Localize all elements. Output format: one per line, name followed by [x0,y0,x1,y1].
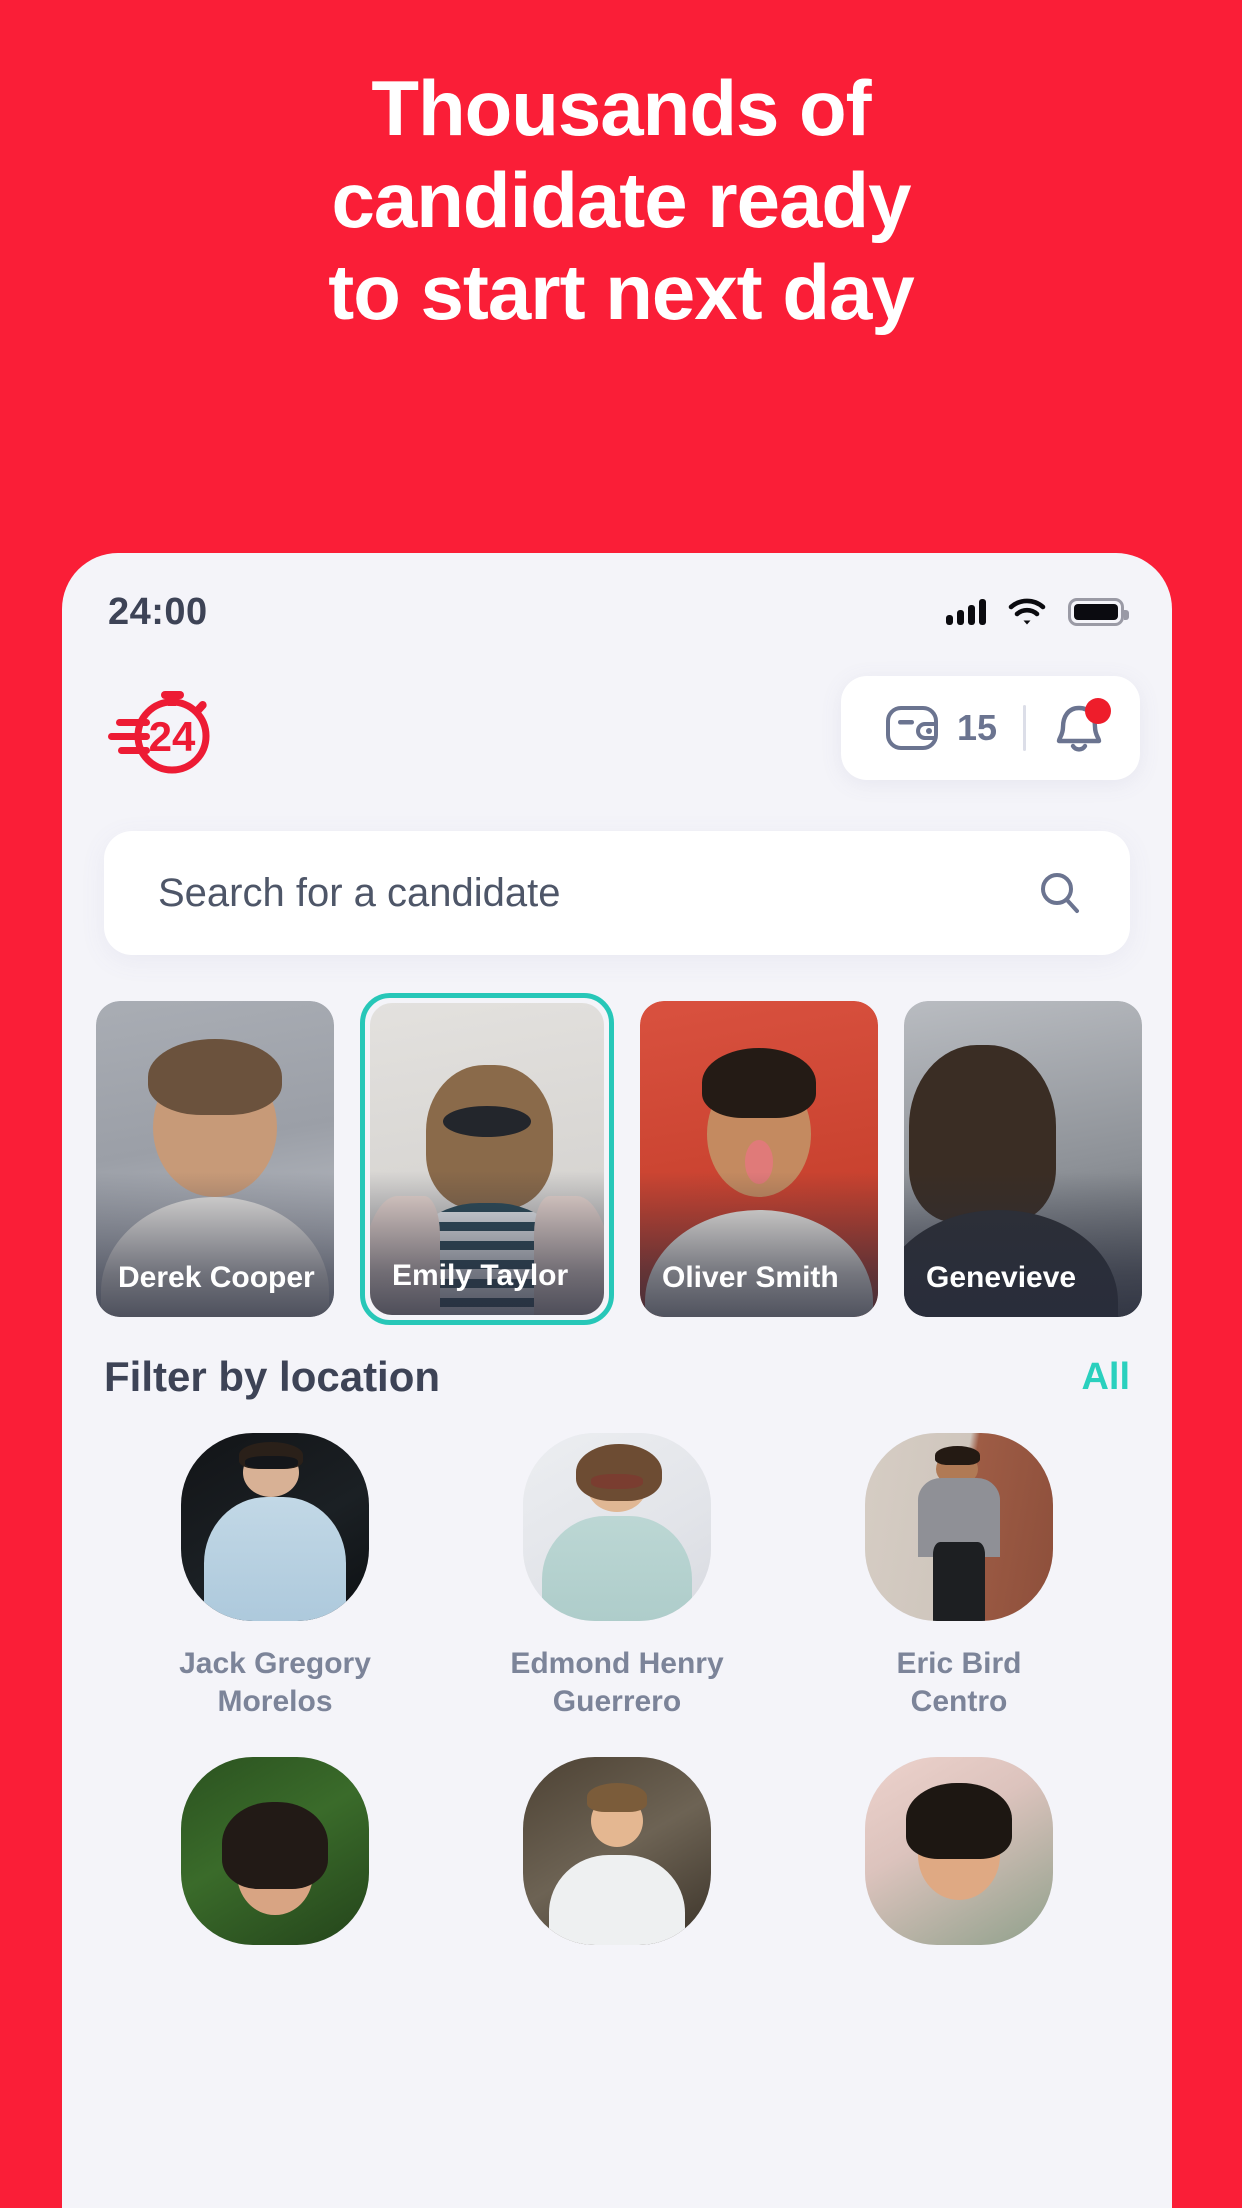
avatar [181,1433,369,1621]
stopwatch-24-logo[interactable]: 24 [104,678,219,778]
card-gradient-overlay [640,1171,878,1317]
card-gradient-overlay [370,1171,604,1315]
card-gradient-overlay [904,1171,1142,1317]
person-name: Edmond Henry Guerrero [510,1645,723,1721]
person-name-line1: Edmond Henry [510,1647,724,1680]
candidate-card-selected[interactable]: Emily Taylor [360,993,614,1325]
notification-badge-dot [1085,698,1111,724]
avatar [865,1433,1053,1621]
notifications-button[interactable] [1052,698,1111,756]
avatar [181,1757,369,1945]
candidate-card-name: Oliver Smith [662,1261,839,1294]
filter-all-link[interactable]: All [1081,1356,1130,1399]
candidate-card[interactable]: Genevieve [904,1001,1142,1317]
search-icon[interactable] [1036,869,1084,917]
hero-headline: Thousands of candidate ready to start ne… [0,62,1242,338]
wallet-button[interactable]: 15 [885,704,997,752]
hero-line-1: Thousands of [371,64,871,152]
candidate-card-name: Derek Cooper [118,1261,315,1294]
hero-line-3: to start next day [328,248,914,336]
person-item[interactable]: Eric Bird Centro [788,1433,1130,1721]
filter-header: Filter by location All [104,1353,1130,1401]
avatar [523,1757,711,1945]
status-icons [946,598,1129,626]
phone-mockup: 24:00 24 15 Search for a candidate Derek… [62,553,1172,2208]
candidate-card-name: Genevieve [926,1261,1077,1294]
wallet-count: 15 [956,707,997,748]
people-grid: Jack Gregory Morelos Edmond Henry Guerre… [104,1433,1130,1969]
hero-line-2: candidate ready [331,156,912,244]
person-item[interactable] [446,1757,788,1969]
person-name-line2: Morelos [217,1685,333,1718]
app-header: 24 15 [62,663,1172,793]
person-item[interactable]: Edmond Henry Guerrero [446,1433,788,1721]
candidate-card-name: Emily Taylor [392,1259,569,1292]
person-name-line1: Jack Gregory [179,1647,371,1680]
avatar [865,1757,1053,1945]
person-name-line2: Guerrero [552,1685,682,1718]
search-bar[interactable]: Search for a candidate [104,831,1130,955]
person-name-line2: Centro [910,1685,1008,1718]
logo-text: 24 [149,713,196,760]
wallet-icon [885,706,938,750]
card-gradient-overlay [96,1171,334,1317]
person-item[interactable]: Jack Gregory Morelos [104,1433,446,1721]
header-actions-card: 15 [840,676,1140,780]
header-divider [1023,705,1026,751]
candidate-card[interactable]: Derek Cooper [96,1001,334,1317]
filter-title: Filter by location [104,1353,441,1400]
candidate-carousel[interactable]: Derek Cooper Emily Taylor Oliver Smith G… [62,993,1142,1331]
candidate-card[interactable]: Oliver Smith [640,1001,878,1317]
person-item[interactable] [788,1757,1130,1969]
search-input[interactable]: Search for a candidate [158,871,560,916]
status-time: 24:00 [108,590,208,633]
wifi-icon [1008,598,1046,625]
battery-icon [1068,598,1129,626]
person-name: Jack Gregory Morelos [179,1645,371,1721]
person-name-line1: Eric Bird [896,1647,1022,1680]
status-bar: 24:00 [62,577,1172,647]
signal-bars-icon [946,599,986,625]
person-item[interactable] [104,1757,446,1969]
avatar [523,1433,711,1621]
person-name: Eric Bird Centro [896,1645,1021,1721]
